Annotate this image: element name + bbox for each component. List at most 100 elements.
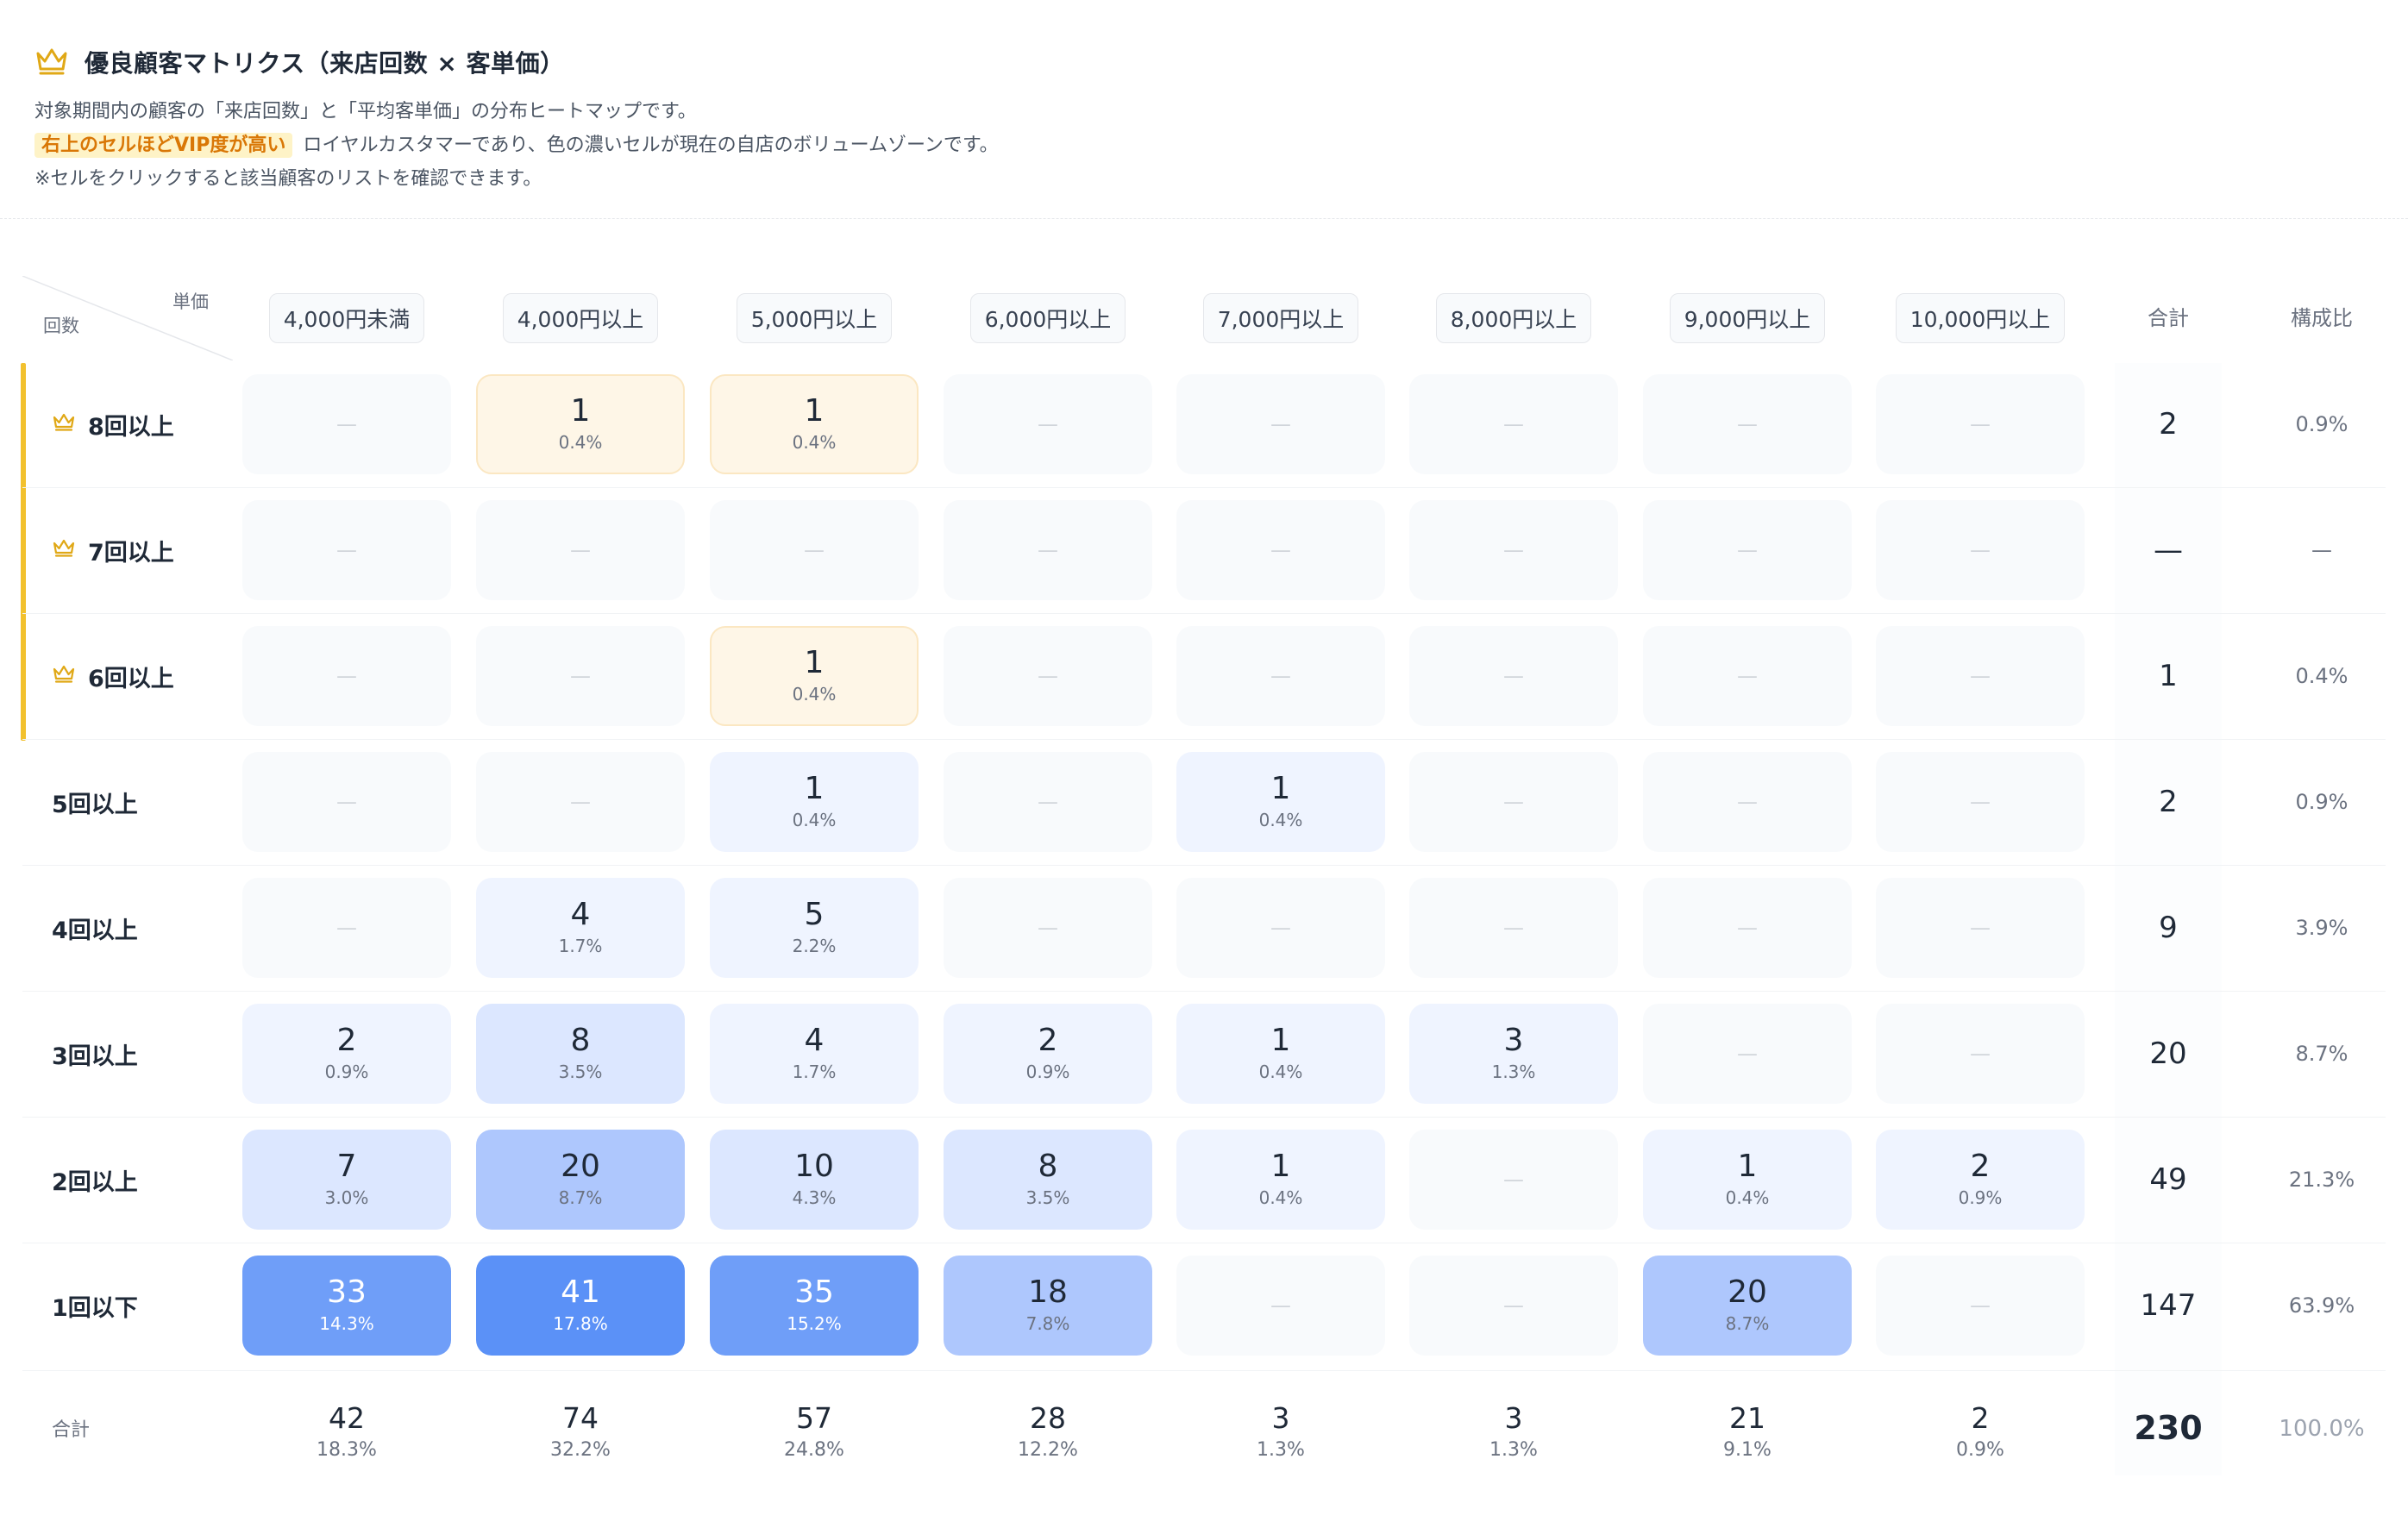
heatmap-cell[interactable]: — [1876,374,2085,474]
heatmap-cell[interactable]: — [476,500,685,600]
heatmap-cell[interactable]: — [944,500,1152,600]
heatmap-cell[interactable]: — [944,374,1152,474]
crown-icon [52,537,76,564]
cell-percent: 0.4% [792,684,837,705]
row-label-text: 4回以上 [52,917,138,944]
column-total: 57 24.8% [710,1400,919,1464]
heatmap-cell[interactable]: — [1643,1004,1852,1104]
heatmap-cell[interactable]: — [1876,752,2085,852]
heatmap-cell[interactable]: — [1643,878,1852,978]
heatmap-cell[interactable]: — [944,752,1152,852]
heatmap-cell[interactable]: 4 1.7% [710,1004,919,1104]
description-line-2: 右上のセルほどVIP度が高い ロイヤルカスタマーであり、色の濃いセルが現在の自店の… [34,128,2363,162]
heatmap-cell[interactable]: 2 0.9% [944,1004,1152,1104]
column-header: 5,000円以上 [710,293,919,343]
heatmap-cell[interactable]: — [1876,1004,2085,1104]
heatmap-cell[interactable]: 1 0.4% [1176,1004,1385,1104]
cell-count: 4 [570,897,591,932]
heatmap-cell[interactable]: 1 0.4% [1176,1130,1385,1230]
heatmap-cell[interactable]: — [242,878,451,978]
column-total-count: 3 [1271,1401,1290,1435]
heatmap-cell[interactable]: 2 0.9% [1876,1130,2085,1230]
heatmap-cell[interactable]: 1 0.4% [710,374,919,474]
heatmap-cell[interactable]: — [476,752,685,852]
row-label: 8回以上 [52,374,174,474]
heatmap-cell[interactable]: — [1409,878,1618,978]
heatmap-cell[interactable]: — [1409,1256,1618,1356]
row-label-text: 2回以上 [52,1168,138,1196]
heatmap-cell[interactable]: 1 0.4% [476,374,685,474]
row-ratio: 0.4% [2295,664,2348,688]
heatmap-cell[interactable]: 4 1.7% [476,878,685,978]
price-range-label: 4,000円未満 [268,293,425,343]
description-line-3: ※セルをクリックすると該当顧客のリストを確認できます。 [34,168,542,190]
heatmap-cell[interactable]: — [1876,500,2085,600]
heatmap-cell[interactable]: 8 3.5% [476,1004,685,1104]
heatmap-cell[interactable]: 35 15.2% [710,1256,919,1356]
row-divider [22,487,2386,488]
row-total: 147 [2140,1288,2197,1323]
heatmap-cell[interactable]: 18 7.8% [944,1256,1152,1356]
cell-empty-mark: — [336,412,357,436]
heatmap-cell[interactable]: — [1409,374,1618,474]
heatmap-cell[interactable]: — [710,500,919,600]
cell-count: 1 [570,393,591,429]
heatmap-cell[interactable]: — [944,626,1152,726]
heatmap-cell[interactable]: — [1176,626,1385,726]
heatmap-cell[interactable]: — [1643,626,1852,726]
heatmap-cell[interactable]: — [1176,1256,1385,1356]
cell-count: 4 [804,1023,825,1058]
column-total: 3 1.3% [1176,1400,1385,1464]
heatmap-cell[interactable]: — [476,626,685,726]
column-total-count: 3 [1504,1401,1523,1435]
column-header: 9,000円以上 [1643,293,1852,343]
heatmap-cell[interactable]: 20 8.7% [476,1130,685,1230]
row-total: 49 [2149,1162,2187,1197]
heatmap-cell[interactable]: — [1643,500,1852,600]
heatmap-cell[interactable]: — [1176,500,1385,600]
corner-visits-label: 回数 [43,316,79,336]
row-ratio: 0.9% [2295,412,2348,436]
heatmap-cell[interactable]: — [1409,626,1618,726]
heatmap-cell[interactable]: 2 0.9% [242,1004,451,1104]
heatmap-cell[interactable]: — [1643,374,1852,474]
heatmap-cell[interactable]: — [1176,878,1385,978]
heatmap-cell[interactable]: — [1409,1130,1618,1230]
row-label: 6回以上 [52,626,174,726]
heatmap-cell[interactable]: — [944,878,1152,978]
heatmap-cell[interactable]: — [1876,626,2085,726]
heatmap-cell[interactable]: 8 3.5% [944,1130,1152,1230]
cell-count: 1 [804,771,825,806]
heatmap-cell[interactable]: — [1876,878,2085,978]
row-label: 7回以上 [52,500,174,600]
heatmap-cell[interactable]: 1 0.4% [710,752,919,852]
column-header: 7,000円以上 [1176,293,1385,343]
heatmap-cell[interactable]: 33 14.3% [242,1256,451,1356]
heatmap-cell[interactable]: 3 1.3% [1409,1004,1618,1104]
heatmap-cell[interactable]: — [1176,374,1385,474]
heatmap-cell[interactable]: — [242,626,451,726]
row-label: 1回以下 [52,1256,138,1356]
heatmap-cell[interactable]: 1 0.4% [710,626,919,726]
heatmap-cell[interactable]: 1 0.4% [1643,1130,1852,1230]
heatmap-cell[interactable]: — [1409,500,1618,600]
page-title: 優良顧客マトリクス（来店回数 × 客単価） [85,49,565,78]
column-total: 42 18.3% [242,1400,451,1464]
heatmap-cell[interactable]: — [1876,1256,2085,1356]
heatmap-cell[interactable]: — [242,752,451,852]
heatmap-cell[interactable]: 20 8.7% [1643,1256,1852,1356]
heatmap-cell[interactable]: 5 2.2% [710,878,919,978]
heatmap-cell[interactable]: 1 0.4% [1176,752,1385,852]
cell-count: 35 [794,1274,834,1310]
heatmap-cell[interactable]: 10 4.3% [710,1130,919,1230]
column-total: 3 1.3% [1409,1400,1618,1464]
heatmap-cell[interactable]: — [242,500,451,600]
heatmap-cell[interactable]: 41 17.8% [476,1256,685,1356]
matrix-header: 優良顧客マトリクス（来店回数 × 客単価） 対象期間内の顧客の「来店回数」と「平… [34,45,2363,196]
cell-empty-mark: — [1270,412,1291,436]
heatmap-cell[interactable]: — [242,374,451,474]
heatmap-cell[interactable]: 7 3.0% [242,1130,451,1230]
heatmap-cell[interactable]: — [1409,752,1618,852]
column-total: 74 32.2% [476,1400,685,1464]
heatmap-cell[interactable]: — [1643,752,1852,852]
